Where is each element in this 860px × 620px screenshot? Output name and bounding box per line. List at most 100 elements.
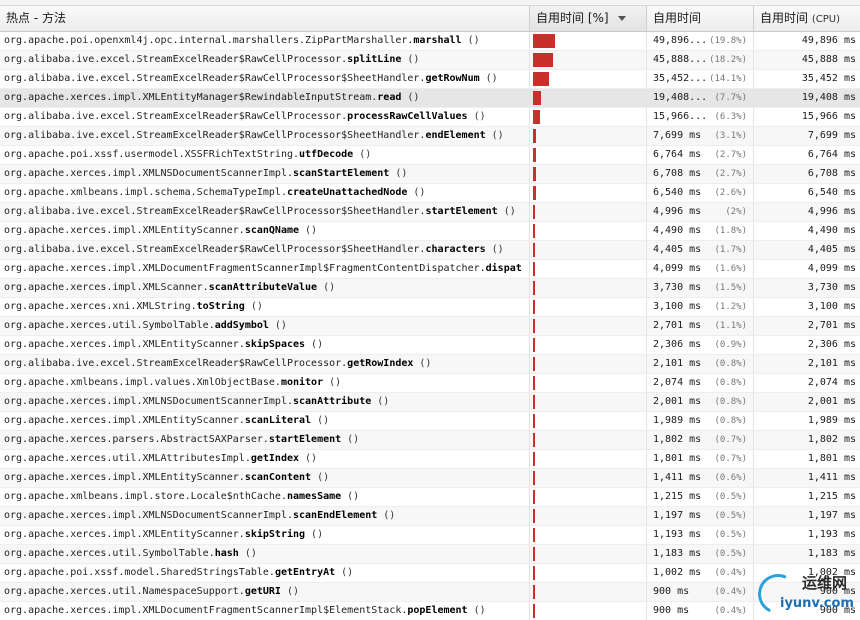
sort-descending-icon[interactable]: [618, 16, 627, 21]
table-row[interactable]: org.apache.xerces.parsers.AbstractSAXPar…: [0, 431, 860, 450]
self-time-bar: [533, 224, 535, 238]
table-row[interactable]: org.apache.poi.openxml4j.opc.internal.ma…: [0, 32, 860, 51]
self-time-value: 4,405 ms: [653, 244, 702, 255]
method-name: scanAttribute: [292, 396, 372, 407]
self-time-bar: [533, 167, 536, 181]
self-time-percent: (19.8%): [709, 36, 747, 46]
table-row[interactable]: org.alibaba.ive.excel.StreamExcelReader$…: [0, 241, 860, 260]
method-cell: org.apache.poi.xssf.usermodel.XSSFRichTe…: [0, 146, 530, 164]
self-time-bar: [533, 471, 535, 485]
method-package: org.alibaba.ive.excel.StreamExcelReader$…: [4, 206, 426, 217]
method-name: getURI: [244, 586, 281, 597]
method-package: org.apache.xerces.util.XMLAttributesImpl…: [4, 453, 251, 464]
self-time-cell: 900 ms (0.4%): [647, 602, 754, 620]
self-time-bar: [533, 338, 535, 352]
table-row[interactable]: org.alibaba.ive.excel.StreamExcelReader$…: [0, 127, 860, 146]
self-time-cell: 1,989 ms (0.8%): [647, 412, 754, 430]
table-row[interactable]: org.apache.xerces.impl.XMLScanner.scanAt…: [0, 279, 860, 298]
column-header-method[interactable]: 热点 - 方法: [0, 6, 530, 31]
column-header-self-time-pct[interactable]: 自用时间 [%]: [530, 6, 647, 31]
self-time-percent: (0.6%): [714, 473, 747, 483]
self-time-bar-cell: [530, 51, 647, 69]
self-time-percent: (14.1%): [709, 74, 747, 84]
table-row[interactable]: org.apache.xerces.impl.XMLEntityScanner.…: [0, 526, 860, 545]
table-row[interactable]: org.apache.xerces.impl.XMLNSDocumentScan…: [0, 393, 860, 412]
table-row[interactable]: org.apache.xerces.xni.XMLString.toString…: [0, 298, 860, 317]
method-name: addSymbol: [214, 320, 269, 331]
method-cell: org.apache.xerces.impl.XMLDocumentFragme…: [0, 602, 530, 620]
table-row[interactable]: org.alibaba.ive.excel.StreamExcelReader$…: [0, 355, 860, 374]
self-time-percent: (0.5%): [714, 530, 747, 540]
method-cell: org.apache.xerces.impl.XMLEntityScanner.…: [0, 336, 530, 354]
self-time-percent: (0.8%): [714, 378, 747, 388]
method-args: (): [467, 35, 480, 46]
method-args: (): [311, 529, 324, 540]
column-header-self-time-cpu[interactable]: 自用时间 (CPU): [754, 6, 860, 31]
watermark-cn-text: 运维网: [802, 574, 848, 592]
hotspot-table-body[interactable]: org.apache.poi.openxml4j.opc.internal.ma…: [0, 32, 860, 620]
column-header-self-time[interactable]: 自用时间: [647, 6, 754, 31]
table-row[interactable]: org.apache.xerces.util.XMLAttributesImpl…: [0, 450, 860, 469]
self-time-percent: (1.7%): [714, 245, 747, 255]
self-time-cpu-cell: 4,099 ms: [807, 263, 856, 274]
table-row[interactable]: org.apache.xmlbeans.impl.store.Locale$nt…: [0, 488, 860, 507]
table-row[interactable]: org.apache.xmlbeans.impl.values.XmlObjec…: [0, 374, 860, 393]
table-row[interactable]: org.apache.xerces.impl.XMLEntityManager$…: [0, 89, 860, 108]
table-row[interactable]: org.apache.xerces.impl.XMLEntityScanner.…: [0, 336, 860, 355]
table-row[interactable]: org.apache.xerces.impl.XMLDocumentFragme…: [0, 602, 860, 620]
method-package: org.apache.xmlbeans.impl.store.Locale$nt…: [4, 491, 287, 502]
table-row[interactable]: org.apache.xerces.util.NamespaceSupport.…: [0, 583, 860, 602]
table-row[interactable]: org.apache.xerces.util.SymbolTable.hash (…: [0, 545, 860, 564]
table-row[interactable]: org.alibaba.ive.excel.StreamExcelReader$…: [0, 108, 860, 127]
table-row[interactable]: org.apache.poi.xssf.model.SharedStringsT…: [0, 564, 860, 583]
self-time-value: 1,193 ms: [653, 529, 702, 540]
table-row[interactable]: org.apache.poi.xssf.usermodel.XSSFRichTe…: [0, 146, 860, 165]
self-time-bar: [533, 186, 536, 200]
self-time-value: 19,408...: [653, 92, 708, 103]
method-name: endElement: [425, 130, 486, 141]
table-row[interactable]: org.apache.xerces.impl.XMLDocumentFragme…: [0, 260, 860, 279]
self-time-cell: 4,490 ms (1.8%): [647, 222, 754, 240]
self-time-bar: [533, 585, 535, 599]
method-name: scanQName: [244, 225, 300, 236]
self-time-cell: 2,074 ms (0.8%): [647, 374, 754, 392]
method-name: marshall: [413, 35, 462, 46]
table-row[interactable]: org.alibaba.ive.excel.StreamExcelReader$…: [0, 70, 860, 89]
table-row[interactable]: org.apache.xerces.util.SymbolTable.addSy…: [0, 317, 860, 336]
self-time-bar-cell: [530, 526, 647, 544]
self-time-cell: 2,701 ms (1.1%): [647, 317, 754, 335]
method-package: org.apache.xerces.impl.XMLDocumentFragme…: [4, 605, 408, 616]
self-time-bar: [533, 433, 535, 447]
table-row[interactable]: org.alibaba.ive.excel.StreamExcelReader$…: [0, 51, 860, 70]
self-time-cpu-cell: 3,100 ms: [807, 301, 856, 312]
method-args: (): [305, 225, 318, 236]
table-row[interactable]: org.apache.xerces.impl.XMLEntityScanner.…: [0, 412, 860, 431]
method-name: toString: [196, 301, 245, 312]
table-row[interactable]: org.apache.xerces.impl.XMLNSDocumentScan…: [0, 507, 860, 526]
self-time-cpu-cell: 4,490 ms: [807, 225, 856, 236]
self-time-bar: [533, 528, 535, 542]
method-args: (): [244, 548, 257, 559]
method-cell: org.apache.xerces.util.SymbolTable.hash (…: [0, 545, 530, 563]
method-package: org.apache.xerces.impl.XMLNSDocumentScan…: [4, 168, 293, 179]
column-header-self-time-cpu-label: 自用时间: [760, 11, 809, 25]
table-row[interactable]: org.apache.xerces.impl.XMLEntityScanner.…: [0, 469, 860, 488]
method-name: skipSpaces: [244, 339, 306, 350]
self-time-bar-cell: [530, 222, 647, 240]
method-args: (): [317, 472, 330, 483]
table-row[interactable]: org.alibaba.ive.excel.StreamExcelReader$…: [0, 203, 860, 222]
method-name: popElement: [407, 605, 468, 616]
table-row[interactable]: org.apache.xmlbeans.impl.schema.SchemaTy…: [0, 184, 860, 203]
self-time-value: 1,802 ms: [653, 434, 702, 445]
self-time-bar-cell: [530, 412, 647, 430]
self-time-bar-cell: [530, 450, 647, 468]
method-package: org.apache.xerces.impl.XMLEntityScanner.: [4, 339, 245, 350]
self-time-value: 49,896...: [653, 35, 708, 46]
self-time-value: 6,540 ms: [653, 187, 702, 198]
self-time-cpu-cell: 2,306 ms: [807, 339, 856, 350]
self-time-percent: (0.7%): [714, 435, 747, 445]
method-package: org.alibaba.ive.excel.StreamExcelReader$…: [4, 130, 426, 141]
table-row[interactable]: org.apache.xerces.impl.XMLEntityScanner.…: [0, 222, 860, 241]
self-time-value: 1,989 ms: [653, 415, 702, 426]
table-row[interactable]: org.apache.xerces.impl.XMLNSDocumentScan…: [0, 165, 860, 184]
